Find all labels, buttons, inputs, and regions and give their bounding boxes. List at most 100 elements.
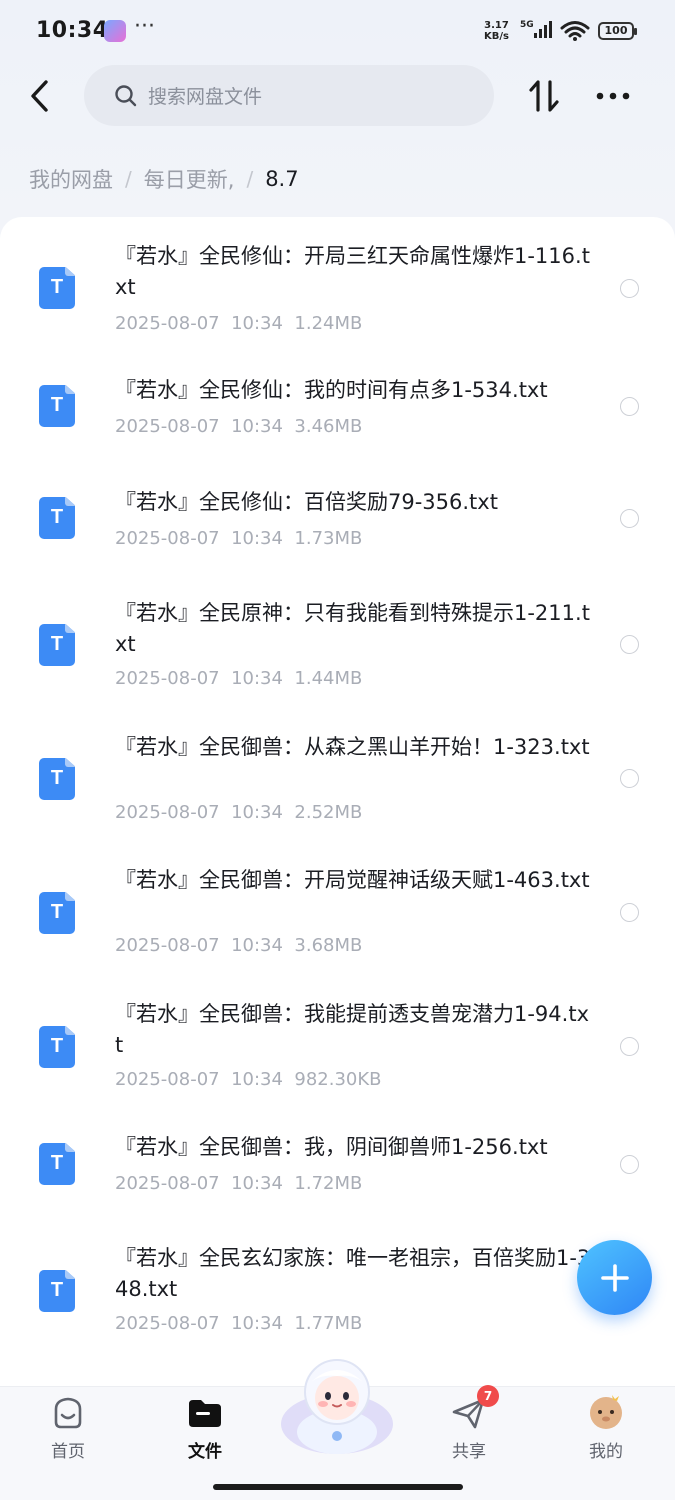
file-size: 1.77MB [294, 1313, 363, 1334]
breadcrumb-separator: / [246, 167, 254, 191]
file-name: 『若水』全民御兽：从森之黑山羊开始！1-323.txt [115, 735, 590, 759]
chevron-left-icon [31, 80, 48, 112]
file-size: 3.68MB [294, 935, 363, 956]
file-name: 『若水』全民御兽：我，阴间御兽师1-256.txt [115, 1135, 548, 1159]
file-row[interactable]: T 『若水』全民修仙：我的时间有点多1-534.txt 2025-08-07 1… [0, 347, 675, 459]
plus-icon [600, 1263, 629, 1292]
file-row[interactable]: T 『若水』全民玄幻家族：唯一老祖宗，百倍奖励1-348.txt 2025-08… [0, 1219, 675, 1353]
breadcrumb-item-daily[interactable]: 每日更新, [144, 164, 235, 194]
file-date: 2025-08-07 [115, 313, 220, 334]
file-name: 『若水』全民御兽：开局觉醒神话级天赋1-463.txt [115, 868, 590, 892]
file-time: 10:34 [231, 313, 283, 334]
file-name: 『若水』全民修仙：我的时间有点多1-534.txt [115, 378, 548, 402]
file-meta: 2025-08-07 10:34 3.68MB [115, 935, 362, 956]
battery-icon: 100 [598, 22, 637, 40]
select-checkbox[interactable] [620, 769, 639, 788]
txt-file-icon: T [39, 1270, 75, 1312]
file-time: 10:34 [231, 802, 283, 823]
file-time: 10:34 [231, 1173, 283, 1194]
file-meta: 2025-08-07 10:34 982.30KB [115, 1069, 382, 1090]
nav-label-home: 首页 [51, 1442, 85, 1462]
file-name: 『若水』全民原神：只有我能看到特殊提示1-211.txt [115, 601, 590, 656]
file-size: 1.73MB [294, 528, 363, 549]
more-notifications-icon: ··· [134, 14, 155, 39]
select-checkbox[interactable] [620, 509, 639, 528]
nav-label-share: 共享 [452, 1442, 486, 1462]
file-size: 1.24MB [294, 313, 363, 334]
file-meta: 2025-08-07 10:34 1.77MB [115, 1313, 362, 1334]
breadcrumb-separator: / [125, 167, 132, 191]
file-size: 1.44MB [294, 668, 363, 689]
file-list: T 『若水』全民修仙：开局三红天命属性爆炸1-116.txt 2025-08-0… [0, 217, 675, 1417]
file-time: 10:34 [231, 1313, 283, 1334]
file-date: 2025-08-07 [115, 416, 220, 437]
file-row[interactable]: T 『若水』全民御兽：我能提前透支兽宠潜力1-94.txt 2025-08-07… [0, 973, 675, 1107]
select-checkbox[interactable] [620, 635, 639, 654]
file-meta: 2025-08-07 10:34 1.24MB [115, 313, 362, 334]
notification-app-icon [104, 20, 126, 42]
breadcrumb: 我的网盘 / 每日更新, / 8.7 [29, 164, 299, 194]
breadcrumb-current: 8.7 [265, 167, 299, 191]
back-button[interactable] [22, 76, 56, 116]
file-time: 10:34 [231, 416, 283, 437]
file-date: 2025-08-07 [115, 528, 220, 549]
status-bar: 10:34 ··· 3.17 KB/s 5G 100 [0, 0, 675, 62]
file-meta: 2025-08-07 10:34 1.44MB [115, 668, 362, 689]
file-row[interactable]: T 『若水』全民御兽：开局觉醒神话级天赋1-463.txt 2025-08-07… [0, 839, 675, 973]
search-placeholder: 搜索网盘文件 [148, 86, 263, 108]
file-meta: 2025-08-07 10:34 1.72MB [115, 1173, 362, 1194]
file-size: 982.30KB [294, 1069, 382, 1090]
select-checkbox[interactable] [620, 903, 639, 922]
breadcrumb-item-root[interactable]: 我的网盘 [29, 164, 113, 194]
sort-icon [529, 80, 559, 112]
file-date: 2025-08-07 [115, 1069, 220, 1090]
network-speed-value: 3.17 [484, 20, 509, 31]
nav-share[interactable]: 7 共享 [419, 1385, 519, 1477]
file-name: 『若水』全民修仙：开局三红天命属性爆炸1-116.txt [115, 244, 590, 299]
signal-icon: 5G [520, 18, 554, 44]
file-size: 3.46MB [294, 416, 363, 437]
txt-file-icon: T [39, 1026, 75, 1068]
select-checkbox[interactable] [620, 279, 639, 298]
txt-file-icon: T [39, 624, 75, 666]
more-options-button[interactable] [594, 80, 632, 112]
notification-badge: 7 [477, 1385, 499, 1407]
file-name: 『若水』全民修仙：百倍奖励79-356.txt [115, 490, 498, 514]
file-row[interactable]: T 『若水』全民修仙：百倍奖励79-356.txt 2025-08-07 10:… [0, 459, 675, 571]
home-indicator [213, 1484, 463, 1490]
txt-file-icon: T [39, 497, 75, 539]
file-row[interactable]: T 『若水』全民原神：只有我能看到特殊提示1-211.txt 2025-08-0… [0, 571, 675, 705]
add-button[interactable] [577, 1240, 652, 1315]
file-row[interactable]: T 『若水』全民修仙：开局三红天命属性爆炸1-116.txt 2025-08-0… [0, 217, 675, 347]
select-checkbox[interactable] [620, 397, 639, 416]
file-name: 『若水』全民玄幻家族：唯一老祖宗，百倍奖励1-348.txt [115, 1246, 591, 1301]
file-meta: 2025-08-07 10:34 1.73MB [115, 528, 362, 549]
txt-file-icon: T [39, 267, 75, 309]
folder-icon [189, 1400, 221, 1427]
nav-label-files: 文件 [188, 1442, 222, 1462]
txt-file-icon: T [39, 385, 75, 427]
nav-home[interactable]: 首页 [18, 1387, 118, 1477]
file-time: 10:34 [231, 668, 283, 689]
file-row[interactable]: T 『若水』全民御兽：我，阴间御兽师1-256.txt 2025-08-07 1… [0, 1107, 675, 1219]
file-time: 10:34 [231, 528, 283, 549]
file-meta: 2025-08-07 10:34 2.52MB [115, 802, 362, 823]
search-input[interactable]: 搜索网盘文件 [84, 65, 494, 126]
file-row[interactable]: T 『若水』全民御兽：从森之黑山羊开始！1-323.txt 2025-08-07… [0, 705, 675, 839]
nav-files[interactable]: 文件 [155, 1387, 255, 1477]
nav-profile[interactable]: 我的 [556, 1387, 656, 1477]
txt-file-icon: T [39, 1143, 75, 1185]
nav-label-profile: 我的 [589, 1442, 623, 1462]
select-checkbox[interactable] [620, 1155, 639, 1174]
file-time: 10:34 [231, 1069, 283, 1090]
network-speed: 3.17 KB/s [484, 20, 509, 42]
txt-file-icon: T [39, 758, 75, 800]
status-time: 10:34 [36, 18, 109, 43]
file-time: 10:34 [231, 935, 283, 956]
file-meta: 2025-08-07 10:34 3.46MB [115, 416, 362, 437]
home-icon [54, 1397, 82, 1429]
file-date: 2025-08-07 [115, 802, 220, 823]
sort-button[interactable] [526, 78, 562, 114]
select-checkbox[interactable] [620, 1037, 639, 1056]
mascot-button[interactable] [275, 1348, 399, 1464]
